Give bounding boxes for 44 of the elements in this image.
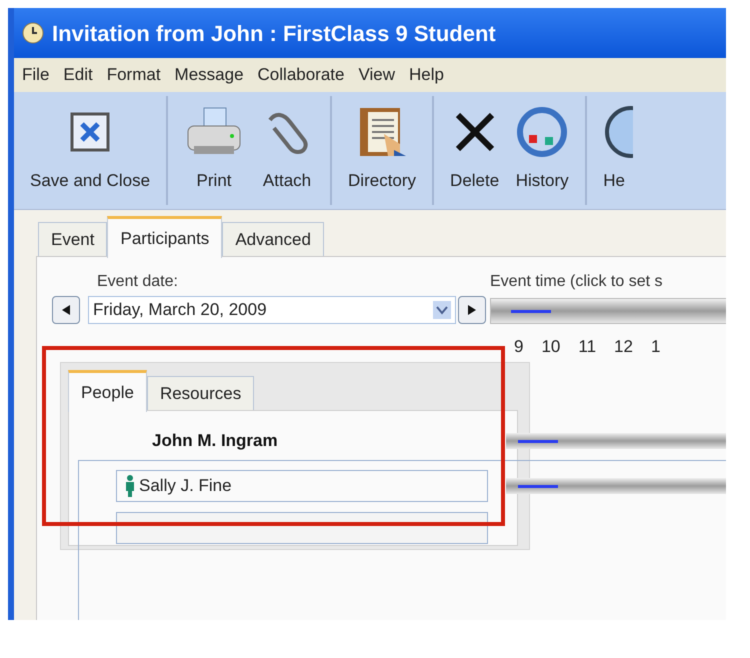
- time-range-line: [511, 310, 551, 312]
- hour-label: 11: [578, 336, 596, 358]
- time-range-line: [518, 484, 558, 488]
- time-range-line: [518, 440, 558, 442]
- menu-item[interactable]: Collaborate: [258, 62, 344, 88]
- menu-item[interactable]: Format: [106, 62, 161, 88]
- toolbar-button[interactable]: Save and Close: [22, 92, 158, 209]
- window-title: Invitation from John : FirstClass 9 Student: [52, 20, 496, 48]
- toolbar-button[interactable]: Directory: [340, 92, 424, 209]
- menu-item[interactable]: Message: [174, 62, 244, 88]
- previous-day-button[interactable]: [52, 296, 80, 324]
- participant-row[interactable]: Sally J. Fine: [116, 470, 488, 502]
- hour-label: 12: [614, 336, 633, 358]
- tab[interactable]: People: [68, 370, 147, 412]
- menu-item[interactable]: Edit: [63, 62, 93, 88]
- menu-item[interactable]: Help: [409, 62, 444, 88]
- menu-item[interactable]: View: [358, 62, 396, 88]
- tab[interactable]: Advanced: [222, 222, 324, 258]
- date-dropdown[interactable]: Friday, March 20, 2009: [88, 296, 456, 324]
- save-close-icon: [70, 112, 110, 152]
- time-track[interactable]: [506, 478, 726, 494]
- right-arrow-icon: [468, 305, 476, 315]
- tab[interactable]: Participants: [107, 216, 222, 258]
- toolbar-button[interactable]: Delete: [442, 92, 508, 209]
- hour-label: 1: [650, 336, 660, 358]
- organizer-name: John M. Ingram: [152, 430, 278, 452]
- next-day-button[interactable]: [458, 296, 486, 324]
- toolbar-button[interactable]: He: [595, 92, 642, 209]
- field-label: Event date:: [97, 272, 178, 292]
- field-label: Event time (click to set s: [490, 272, 662, 292]
- date-value: Friday, March 20, 2009: [93, 299, 267, 322]
- hour-label: 10: [541, 336, 560, 358]
- tab[interactable]: Resources: [146, 376, 254, 412]
- clock-icon: [22, 22, 44, 44]
- time-track[interactable]: [490, 298, 726, 324]
- tab[interactable]: Event: [38, 222, 108, 258]
- time-track[interactable]: [506, 433, 726, 449]
- person-icon: [125, 475, 135, 497]
- toolbar-button[interactable]: History: [507, 92, 578, 209]
- menu-item[interactable]: File: [22, 62, 50, 88]
- left-arrow-icon: [62, 305, 70, 315]
- hour-label: 9: [514, 336, 524, 358]
- toolbar-button[interactable]: Print: [176, 92, 252, 209]
- toolbar-button[interactable]: Attach: [252, 92, 322, 209]
